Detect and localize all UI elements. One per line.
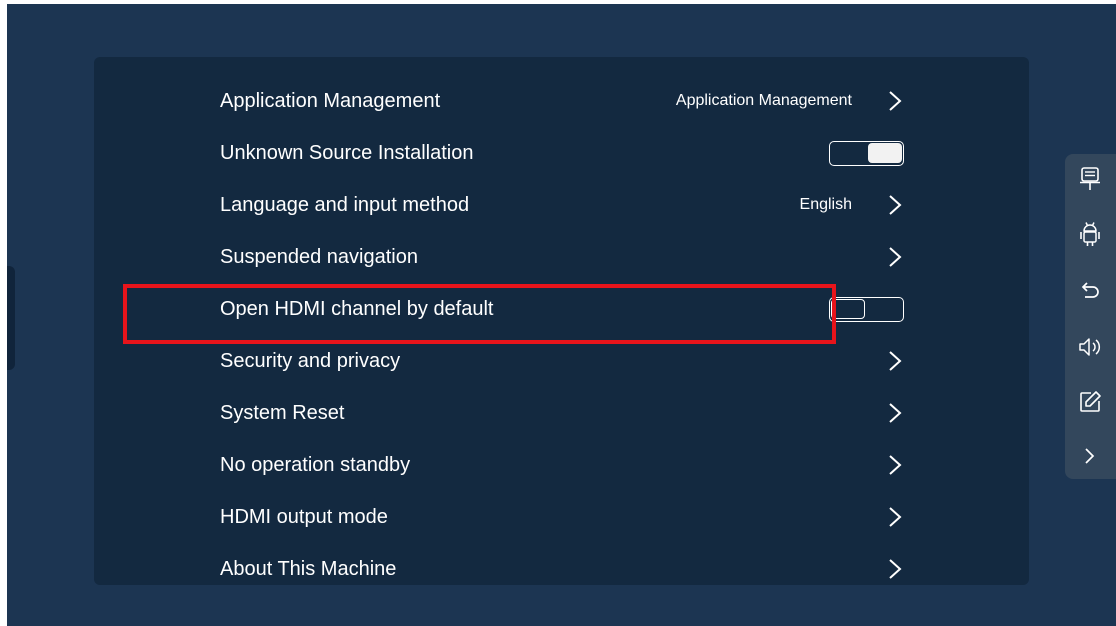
chevron-right-icon[interactable] xyxy=(882,244,908,270)
setting-row-hdmi-output-mode[interactable]: HDMI output mode xyxy=(94,491,1029,543)
setting-label: Suspended navigation xyxy=(220,246,418,268)
toggle-knob xyxy=(868,143,902,163)
setting-row-open-hdmi-channel: Open HDMI channel by default xyxy=(94,283,1029,335)
toggle-switch-off[interactable] xyxy=(829,297,904,322)
toggle-knob xyxy=(831,299,865,319)
volume-icon[interactable] xyxy=(1076,333,1104,361)
chevron-right-icon[interactable] xyxy=(882,400,908,426)
setting-row-about-this-machine[interactable]: About This Machine xyxy=(94,543,1029,585)
setting-label: Language and input method xyxy=(220,194,470,216)
setting-row-suspended-navigation[interactable]: Suspended navigation xyxy=(94,231,1029,283)
setting-label: Security and privacy xyxy=(220,350,401,372)
setting-row-language-and-input[interactable]: Language and input method English xyxy=(94,179,1029,231)
settings-panel: Application Management Application Manag… xyxy=(94,57,1029,585)
annotate-icon[interactable] xyxy=(1076,388,1104,416)
chevron-right-icon[interactable] xyxy=(882,88,908,114)
chevron-right-icon[interactable] xyxy=(882,192,908,218)
setting-label: HDMI output mode xyxy=(220,506,388,528)
setting-row-application-management[interactable]: Application Management Application Manag… xyxy=(94,75,1029,127)
chevron-right-icon[interactable] xyxy=(882,504,908,530)
chevron-right-icon[interactable] xyxy=(882,452,908,478)
chevron-right-icon[interactable] xyxy=(882,556,908,582)
side-toolbar xyxy=(1065,154,1116,479)
setting-row-unknown-source-installation: Unknown Source Installation xyxy=(94,127,1029,179)
setting-row-no-operation-standby[interactable]: No operation standby xyxy=(94,439,1029,491)
edge-drawer-handle[interactable] xyxy=(7,266,15,370)
back-icon[interactable] xyxy=(1076,277,1104,305)
chevron-right-icon[interactable] xyxy=(1076,442,1104,470)
setting-row-security-and-privacy[interactable]: Security and privacy xyxy=(94,335,1029,387)
android-icon[interactable] xyxy=(1076,220,1104,248)
setting-label: Open HDMI channel by default xyxy=(220,298,494,320)
setting-value: Application Management xyxy=(675,92,852,109)
setting-label: Unknown Source Installation xyxy=(220,142,474,164)
computer-icon[interactable] xyxy=(1076,165,1104,193)
setting-label: System Reset xyxy=(220,402,345,424)
toggle-switch-on[interactable] xyxy=(829,141,904,166)
setting-label: About This Machine xyxy=(220,558,397,580)
setting-row-system-reset[interactable]: System Reset xyxy=(94,387,1029,439)
setting-label: No operation standby xyxy=(220,454,411,476)
chevron-right-icon[interactable] xyxy=(882,348,908,374)
setting-label: Application Management xyxy=(220,90,441,112)
screen: Application Management Application Manag… xyxy=(7,4,1116,626)
setting-value: English xyxy=(799,196,852,213)
